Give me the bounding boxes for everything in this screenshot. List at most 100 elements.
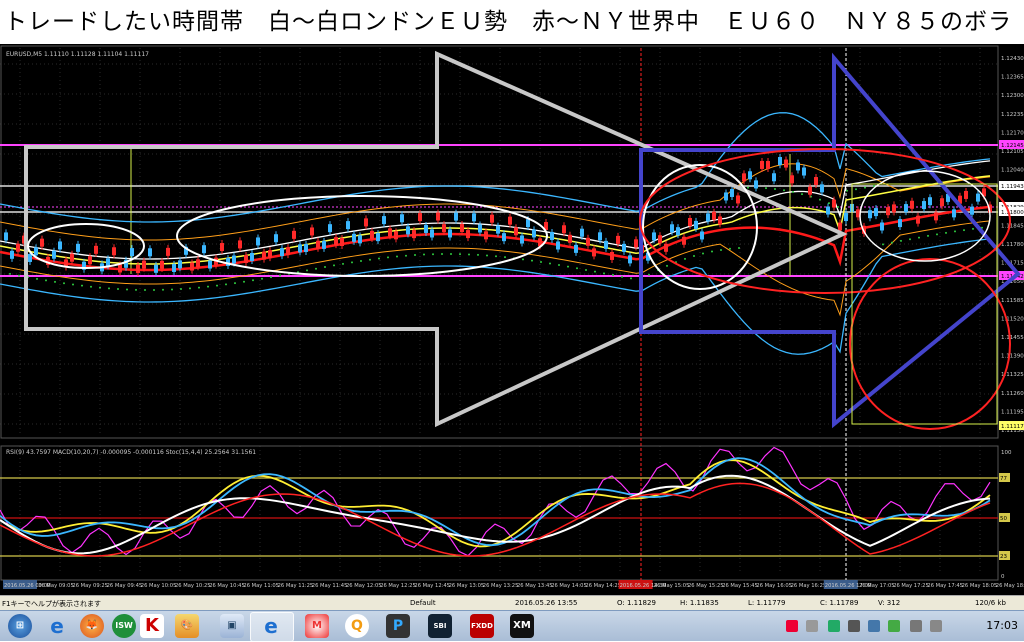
- sbi-fx-icon[interactable]: SBI: [428, 614, 452, 638]
- candle-body: [556, 241, 560, 250]
- time-axis-label: 26 May 17:05: [859, 583, 895, 589]
- candle-body: [574, 244, 578, 253]
- tray-security-icon[interactable]: [786, 620, 798, 632]
- candle-body: [202, 245, 206, 254]
- sar-dot: [369, 258, 371, 261]
- sar-dot: [774, 188, 776, 191]
- sar-dot: [936, 233, 938, 236]
- candle-body: [886, 207, 890, 216]
- chart-canvas[interactable]: EURUSD,M5 1.11110 1.11128 1.11104 1.1111…: [0, 44, 1024, 595]
- candle-body: [370, 230, 374, 239]
- time-axis-label: 26 May 11:05: [243, 583, 279, 589]
- start-orb-icon[interactable]: ⊞: [8, 614, 32, 638]
- sar-dot: [81, 284, 83, 287]
- candle-body: [784, 159, 788, 168]
- ie-active-icon[interactable]: e: [259, 614, 283, 638]
- sar-dot: [144, 288, 146, 291]
- fxdd-icon[interactable]: FXDD: [470, 614, 494, 638]
- sar-dot: [198, 286, 200, 289]
- candle-body: [298, 244, 302, 253]
- candle-body: [340, 237, 344, 246]
- price-tick-label: 1.11455: [1001, 335, 1024, 341]
- sar-dot: [432, 253, 434, 256]
- sar-dot: [972, 227, 974, 230]
- messenger-icon[interactable]: ▣: [220, 614, 244, 638]
- sar-dot: [360, 259, 362, 262]
- status-datetime: 2016.05.26 13:55: [515, 599, 578, 607]
- sar-dot: [963, 229, 965, 232]
- candle-body: [592, 248, 596, 257]
- time-axis-label: 26 May 16:25: [791, 583, 827, 589]
- paint-icon[interactable]: 🎨: [175, 614, 199, 638]
- tray-keyboard-icon[interactable]: [930, 620, 942, 632]
- sar-dot: [270, 276, 272, 279]
- candle-body: [742, 173, 746, 182]
- status-profile: Default: [410, 599, 436, 607]
- candle-body: [358, 235, 362, 244]
- sar-dot: [612, 274, 614, 277]
- pvr-icon[interactable]: P: [386, 614, 410, 638]
- sar-dot: [468, 253, 470, 256]
- sar-dot: [882, 243, 884, 246]
- candle-body: [802, 167, 806, 176]
- tray-battery-icon[interactable]: [888, 620, 900, 632]
- xm-icon[interactable]: XM: [510, 614, 534, 638]
- tray-network-icon[interactable]: [828, 620, 840, 632]
- candle-body: [508, 216, 512, 225]
- candle-body: [826, 206, 830, 215]
- sar-dot: [945, 231, 947, 234]
- time-axis-label: 26 May 17:25: [893, 583, 929, 589]
- sar-dot: [351, 261, 353, 264]
- price-tick-label: 1.12040: [1001, 168, 1024, 174]
- sar-dot: [801, 193, 803, 196]
- sar-dot: [162, 288, 164, 291]
- candle-body: [874, 208, 878, 217]
- mario-icon[interactable]: M: [305, 614, 329, 638]
- mt4-chart-window[interactable]: EURUSD,M5 1.11110 1.11128 1.11104 1.1111…: [0, 44, 1024, 595]
- isw-icon[interactable]: ISW: [112, 614, 136, 638]
- candle-body: [304, 243, 308, 252]
- time-axis-label: 26 May 09:25: [72, 583, 108, 589]
- sar-dot: [126, 288, 128, 291]
- candle-body: [772, 173, 776, 182]
- sar-dot: [72, 283, 74, 286]
- tray-monitor-icon[interactable]: [868, 620, 880, 632]
- time-axis-label: 26 May 18:05: [962, 583, 998, 589]
- candle-body: [916, 215, 920, 224]
- price-tick-label: 1.11390: [1001, 354, 1024, 360]
- sub-level-label: 50: [1000, 516, 1007, 522]
- firefox-icon[interactable]: 🦊: [80, 614, 104, 638]
- candle-body: [388, 228, 392, 237]
- quicktime-icon[interactable]: Q: [345, 614, 369, 638]
- sar-dot: [333, 264, 335, 267]
- sar-dot: [684, 257, 686, 260]
- candle-body: [334, 237, 338, 246]
- candle-body: [496, 225, 500, 234]
- candle-body: [568, 234, 572, 243]
- sar-dot: [18, 274, 20, 277]
- sar-dot: [819, 198, 821, 201]
- taskbar-clock[interactable]: 17:03: [986, 619, 1018, 632]
- candle-body: [52, 250, 56, 259]
- candle-body: [550, 231, 554, 240]
- candle-body: [424, 224, 428, 233]
- tray-flag-icon[interactable]: [806, 620, 818, 632]
- candle-body: [778, 157, 782, 166]
- candle-body: [268, 250, 272, 259]
- sar-dot: [99, 286, 101, 289]
- ie-icon[interactable]: e: [45, 614, 69, 638]
- candle-body: [760, 160, 764, 169]
- candle-body: [682, 236, 686, 245]
- sar-dot: [306, 269, 308, 272]
- kaspersky-icon[interactable]: K: [140, 614, 164, 638]
- candle-body: [628, 255, 632, 264]
- sar-dot: [117, 288, 119, 291]
- candle-body: [10, 250, 14, 259]
- candle-body: [736, 195, 740, 204]
- candle-body: [136, 264, 140, 273]
- candle-body: [466, 230, 470, 239]
- tray-speaker-icon[interactable]: [910, 620, 922, 632]
- sar-dot: [918, 236, 920, 239]
- candle-body: [688, 217, 692, 226]
- tray-display-icon[interactable]: [848, 620, 860, 632]
